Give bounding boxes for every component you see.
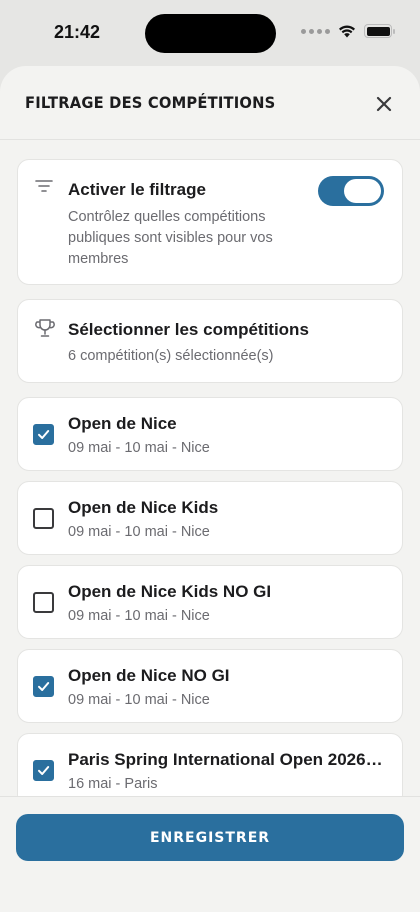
- competition-item[interactable]: Open de Nice 09 mai - 10 mai - Nice: [17, 397, 403, 471]
- competition-item[interactable]: Open de Nice Kids NO GI 09 mai - 10 mai …: [17, 565, 403, 639]
- competition-checkbox[interactable]: [33, 676, 54, 697]
- sheet-footer: ENREGISTRER: [0, 796, 420, 912]
- select-title: Sélectionner les compétitions: [68, 320, 309, 339]
- competition-name: Paris Spring International Open 2026…: [68, 750, 383, 769]
- filter-settings-card: Activer le filtrage Contrôlez quelles co…: [17, 159, 403, 285]
- select-competitions-card[interactable]: Sélectionner les compétitions 6 compétit…: [17, 299, 403, 383]
- sheet-header: FILTRAGE DES COMPÉTITIONS: [0, 66, 420, 140]
- checkmark-icon: [38, 682, 50, 691]
- close-button[interactable]: [370, 90, 398, 118]
- competition-name: Open de Nice: [68, 414, 177, 433]
- competition-details: 09 mai - 10 mai - Nice: [68, 524, 210, 540]
- status-icons: [301, 24, 395, 38]
- filter-description: Contrôlez quelles compétitions publiques…: [68, 209, 273, 267]
- toggle-knob: [344, 179, 381, 203]
- status-bar: 21:42: [0, 0, 420, 66]
- trophy-icon: [35, 319, 55, 337]
- competition-details: 16 mai - Paris: [68, 776, 158, 792]
- competition-name: Open de Nice NO GI: [68, 666, 230, 685]
- page-title: FILTRAGE DES COMPÉTITIONS: [25, 93, 276, 112]
- status-time: 21:42: [54, 22, 101, 42]
- checkmark-icon: [38, 766, 50, 775]
- filter-title: Activer le filtrage: [68, 180, 206, 199]
- competition-details: 09 mai - 10 mai - Nice: [68, 692, 210, 708]
- competition-item[interactable]: Open de Nice Kids 09 mai - 10 mai - Nice: [17, 481, 403, 555]
- filter-toggle[interactable]: [318, 176, 384, 206]
- cellular-signal-icon: [301, 28, 330, 34]
- close-icon: [376, 96, 392, 112]
- competition-name: Open de Nice Kids NO GI: [68, 582, 272, 601]
- competition-checkbox[interactable]: [33, 424, 54, 445]
- competition-checkbox[interactable]: [33, 760, 54, 781]
- dynamic-island: [145, 14, 276, 53]
- competition-item[interactable]: Open de Nice NO GI 09 mai - 10 mai - Nic…: [17, 649, 403, 723]
- selected-count: 6 compétition(s) sélectionnée(s): [68, 348, 274, 364]
- wifi-icon: [339, 25, 355, 38]
- save-button[interactable]: ENREGISTRER: [16, 814, 404, 861]
- competition-details: 09 mai - 10 mai - Nice: [68, 440, 210, 456]
- competition-checkbox[interactable]: [33, 592, 54, 613]
- competition-name: Open de Nice Kids: [68, 498, 219, 517]
- checkmark-icon: [38, 430, 50, 439]
- competition-details: 09 mai - 10 mai - Nice: [68, 608, 210, 624]
- filter-icon: [35, 180, 53, 192]
- competition-checkbox[interactable]: [33, 508, 54, 529]
- battery-icon: [364, 24, 395, 38]
- bottom-sheet: FILTRAGE DES COMPÉTITIONS Activer le fil…: [0, 66, 420, 912]
